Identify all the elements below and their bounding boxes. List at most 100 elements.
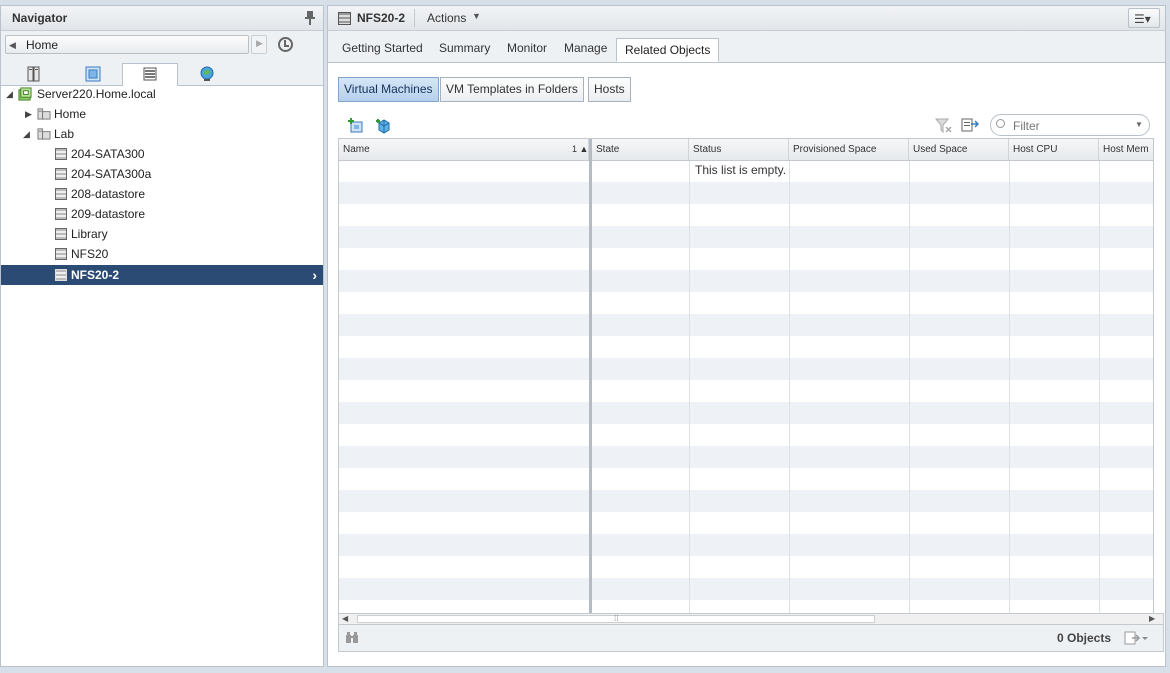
tab-networking[interactable] (179, 63, 235, 85)
navigator-title: Navigator (12, 11, 68, 25)
datastore-icon (55, 208, 67, 220)
tab-storage[interactable] (122, 63, 178, 86)
forward-button[interactable]: ▶ (251, 35, 267, 54)
virtual-machines-grid: Name 1 ▲ State Status Provisioned Space … (338, 138, 1154, 614)
horizontal-scrollbar[interactable]: ◀ ⁞⁞ ▶ (338, 613, 1164, 625)
column-divider (789, 160, 790, 613)
empty-list-message: This list is empty. (695, 163, 787, 177)
new-virtual-machine-icon[interactable] (348, 118, 366, 137)
datastore-icon (55, 228, 67, 240)
grip-icon: ⁞⁞ (614, 614, 619, 623)
tree-item-datastore[interactable]: 208-datastore (1, 184, 323, 204)
pin-icon[interactable] (305, 11, 317, 25)
filter-field[interactable]: ▼ (990, 114, 1150, 136)
navigator-header: Navigator (1, 6, 323, 31)
table-row (339, 358, 1153, 380)
tree-item-datastore[interactable]: 209-datastore (1, 204, 323, 224)
caret-down-icon[interactable]: ▼ (1135, 120, 1143, 129)
tree-item-datastore[interactable]: NFS20 (1, 244, 323, 264)
tab-summary[interactable]: Summary (439, 41, 490, 55)
storage-icon (143, 67, 157, 81)
navigator-tabbar (1, 61, 323, 86)
chevron-right-icon[interactable]: › (312, 265, 317, 285)
tree-item-label: NFS20-2 (71, 268, 120, 282)
table-row (339, 512, 1153, 534)
table-header: Name 1 ▲ State Status Provisioned Space … (339, 139, 1153, 161)
tree-item-server220[interactable]: ◢ Server220.Home.local (1, 84, 323, 104)
table-row (339, 424, 1153, 446)
subtab-virtual-machines[interactable]: Virtual Machines (338, 77, 439, 102)
chevron-down-icon[interactable]: ◢ (6, 84, 16, 104)
scroll-left-arrow-icon[interactable]: ◀ (342, 614, 348, 624)
table-row (339, 490, 1153, 512)
object-tabs: Getting Started Summary Monitor Manage R… (328, 31, 1165, 63)
search-icon (996, 119, 1005, 128)
subtab-vm-templates[interactable]: VM Templates in Folders (440, 77, 584, 102)
tab-hosts-clusters[interactable] (7, 63, 63, 85)
tree-item-label: Library (71, 227, 108, 241)
column-header-host-mem[interactable]: Host Mem (1099, 139, 1153, 160)
subtab-hosts[interactable]: Hosts (588, 77, 631, 102)
chevron-right-icon[interactable]: ▶ (25, 104, 35, 124)
home-label: Home (26, 38, 59, 52)
object-title: NFS20-2 (357, 11, 406, 25)
column-header-provisioned-space[interactable]: Provisioned Space (789, 139, 909, 160)
tree-item-home[interactable]: ▶ Home (1, 104, 323, 124)
datacenter-icon (18, 87, 32, 101)
column-header-host-cpu[interactable]: Host CPU (1009, 139, 1099, 160)
networking-icon (200, 66, 214, 81)
chevron-left-icon: ◀ (9, 40, 16, 50)
tab-manage[interactable]: Manage (564, 41, 607, 55)
binoculars-icon[interactable] (345, 632, 359, 647)
tree-item-datastore[interactable]: 204-SATA300a (1, 164, 323, 184)
datastore-icon (338, 12, 351, 25)
tab-vms-templates[interactable] (65, 63, 121, 85)
object-count: 0 Objects (1057, 631, 1112, 645)
datastore-icon (55, 168, 67, 180)
clear-filter-icon[interactable] (934, 118, 953, 137)
sort-ascending-icon[interactable]: 1 ▲ (572, 139, 588, 160)
frozen-column-splitter[interactable] (589, 139, 592, 613)
column-header-state[interactable]: State (592, 139, 689, 160)
filter-input[interactable] (1011, 117, 1133, 135)
export-list-icon[interactable] (1124, 630, 1150, 649)
datastore-icon (55, 269, 67, 281)
export-icon[interactable] (961, 117, 980, 136)
tree-item-datastore[interactable]: Library (1, 224, 323, 244)
hosts-clusters-icon (27, 66, 40, 82)
deploy-ovf-icon[interactable] (375, 118, 393, 137)
main-panel: NFS20-2 Actions ▼ ☰▾ Getting Started Sum… (327, 5, 1166, 667)
navigator-panel: Navigator ◀ Home ▶ ◢ Server220.Home.loca… (0, 5, 324, 667)
panel-menu-button[interactable]: ☰▾ (1128, 8, 1160, 28)
table-row (339, 578, 1153, 600)
tree-item-selected-datastore[interactable]: NFS20-2 › (1, 265, 323, 285)
tree-item-label: Server220.Home.local (37, 87, 156, 101)
actions-menu-button[interactable]: Actions (427, 11, 466, 25)
table-row (339, 314, 1153, 336)
table-row (339, 248, 1153, 270)
tree-item-lab[interactable]: ◢ Lab (1, 124, 323, 144)
column-header-used-space[interactable]: Used Space (909, 139, 1009, 160)
table-row (339, 204, 1153, 226)
table-row (339, 226, 1153, 248)
column-divider (909, 160, 910, 613)
tree-item-label: 208-datastore (71, 187, 146, 201)
column-header-name[interactable]: Name (339, 139, 589, 160)
column-header-status[interactable]: Status (689, 139, 789, 160)
tab-related-objects[interactable]: Related Objects (616, 38, 720, 62)
menu-icon: ☰▾ (1134, 12, 1151, 26)
scrollbar-thumb[interactable]: ⁞⁞ (357, 614, 875, 623)
tree-item-datastore[interactable]: 204-SATA300 (1, 144, 323, 164)
home-back-button[interactable]: ◀ Home (5, 35, 249, 54)
table-row (339, 270, 1153, 292)
caret-down-icon[interactable]: ▼ (472, 11, 481, 21)
tree-item-label: 204-SATA300a (71, 167, 152, 181)
table-row (339, 380, 1153, 402)
column-divider (1009, 160, 1010, 613)
table-row (339, 182, 1153, 204)
scroll-right-arrow-icon[interactable]: ▶ (1149, 614, 1155, 624)
chevron-down-icon[interactable]: ◢ (23, 124, 33, 144)
tab-getting-started[interactable]: Getting Started (342, 41, 423, 55)
history-icon[interactable] (278, 37, 293, 52)
tab-monitor[interactable]: Monitor (507, 41, 547, 55)
